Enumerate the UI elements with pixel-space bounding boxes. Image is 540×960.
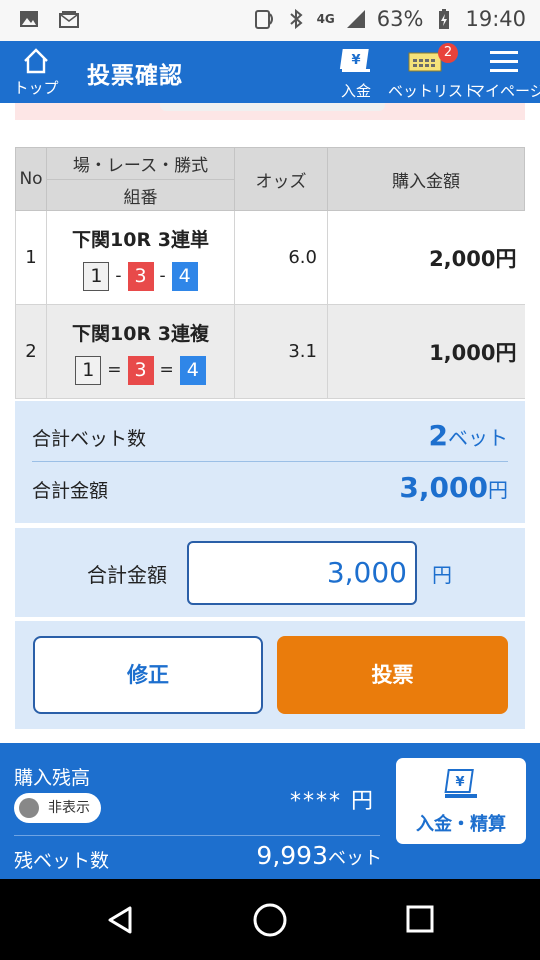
toggle-label: 非表示 [48, 800, 90, 816]
system-nav-bar [0, 879, 540, 960]
mypage-label: マイページ [470, 82, 540, 100]
deposit-header-label: 入金 [340, 82, 371, 100]
header-odds: オッズ [234, 147, 328, 211]
signal-icon [346, 10, 365, 28]
combo-separator: = [107, 360, 122, 380]
image-icon [20, 11, 38, 27]
balance-unit: 円 [351, 789, 376, 814]
row-no: 2 [15, 304, 47, 399]
total-amount-value: 3,000 [399, 471, 488, 504]
yen-card-icon: ¥ [339, 49, 370, 72]
app-header: トップ 投票確認 ¥ 入金 2 ベットリスト マイページ [0, 41, 540, 103]
odds-value: 6.0 [234, 210, 328, 305]
recents-icon[interactable] [405, 904, 435, 934]
modify-button[interactable]: 修正 [33, 636, 263, 714]
total-bets-row: 合計ベット数 2ベット [32, 419, 508, 452]
row-no: 1 [15, 210, 47, 305]
confirm-amount-panel: 合計金額 3,000 円 [15, 528, 525, 617]
remaining-bets-unit: ベット [328, 848, 382, 869]
combo: 1 - 3 - 4 [47, 261, 234, 291]
notice-strip-pill [160, 103, 385, 111]
odds-value: 3.1 [234, 304, 328, 399]
page-title: 投票確認 [87, 63, 183, 89]
balance-value: **** [290, 789, 342, 814]
betlist-button[interactable]: 2 ベットリスト [388, 43, 479, 101]
confirm-amount-label: 合計金額 [87, 563, 167, 587]
deposit-settle-label: 入金・精算 [416, 814, 506, 835]
svg-text:¥: ¥ [455, 775, 464, 790]
clock: 19:40 [465, 7, 526, 31]
betlist-badge: 2 [438, 43, 458, 63]
network-type: 4G [316, 12, 335, 26]
table-row: 2 下関10R 3連複 1 = 3 = 4 3.1 1,000円 [15, 304, 525, 399]
header-no: No [15, 147, 47, 211]
summary-panel: 合計ベット数 2ベット 合計金額 3,000円 [15, 401, 525, 523]
remaining-bets-value: 9,993 [256, 841, 328, 870]
combo-separator: = [159, 360, 174, 380]
boat-number: 1 [75, 355, 102, 385]
back-icon[interactable] [104, 904, 136, 936]
table-row: 1 下関10R 3連単 1 - 3 - 4 6.0 2,000円 [15, 210, 525, 305]
header-combo: 組番 [46, 179, 235, 211]
action-panel: 修正 投票 [15, 621, 525, 729]
race-name: 下関10R 3連単 [72, 228, 209, 251]
combo: 1 = 3 = 4 [47, 355, 234, 385]
battery-level: 63% [376, 7, 424, 31]
combo-separator: - [159, 266, 166, 286]
total-bets-unit: ベット [448, 426, 508, 450]
balance-footer: 購入残高 非表示 **** 円 残ベット数 9,993ベット ¥ 入金・精算 [0, 743, 540, 879]
yen-card-icon: ¥ [444, 769, 477, 798]
confirm-amount-unit: 円 [432, 563, 452, 587]
total-amount-unit: 円 [488, 478, 508, 502]
toggle-knob [19, 798, 39, 818]
boat-number: 3 [127, 355, 154, 385]
betlist-label: ベットリスト [388, 82, 479, 100]
boat-number: 1 [83, 261, 110, 291]
home-label: トップ [13, 79, 59, 97]
message-icon [59, 11, 79, 28]
menu-icon [490, 51, 518, 72]
divider [14, 835, 380, 836]
divider [32, 461, 508, 462]
home-button[interactable]: トップ [10, 47, 62, 98]
race-name: 下関10R 3連複 [72, 322, 209, 345]
nfc-icon [254, 10, 273, 29]
header-race: 場・レース・勝式 [46, 147, 235, 180]
deposit-settle-button[interactable]: ¥ 入金・精算 [396, 758, 526, 844]
vote-button[interactable]: 投票 [277, 636, 508, 714]
header-amount: 購入金額 [327, 147, 525, 211]
svg-text:¥: ¥ [351, 53, 360, 68]
bluetooth-icon [289, 8, 303, 30]
mypage-button[interactable]: マイページ [470, 47, 540, 101]
home-nav-icon[interactable] [251, 901, 289, 939]
status-bar: 4G 63% 19:40 [0, 0, 540, 41]
boat-number: 4 [171, 261, 198, 291]
balance-label: 購入残高 [14, 767, 91, 789]
boat-number: 4 [179, 355, 206, 385]
deposit-header-button[interactable]: ¥ 入金 [334, 47, 378, 101]
amount-value: 2,000円 [327, 210, 525, 305]
total-amount-label: 合計金額 [32, 480, 109, 502]
combo-separator: - [115, 266, 122, 286]
remaining-bets-label: 残ベット数 [14, 850, 110, 872]
total-bets-value: 2 [428, 419, 448, 452]
balance-visibility-toggle[interactable]: 非表示 [14, 793, 101, 823]
home-icon [24, 48, 48, 74]
amount-value: 1,000円 [327, 304, 525, 399]
bet-table: No 場・レース・勝式 オッズ 購入金額 組番 1 下関10R 3連単 1 - … [15, 147, 525, 399]
total-bets-label: 合計ベット数 [32, 428, 147, 450]
battery-icon [439, 9, 450, 29]
boat-number: 3 [127, 261, 154, 291]
confirm-amount-input[interactable]: 3,000 [187, 541, 417, 605]
total-amount-row: 合計金額 3,000円 [32, 471, 508, 504]
